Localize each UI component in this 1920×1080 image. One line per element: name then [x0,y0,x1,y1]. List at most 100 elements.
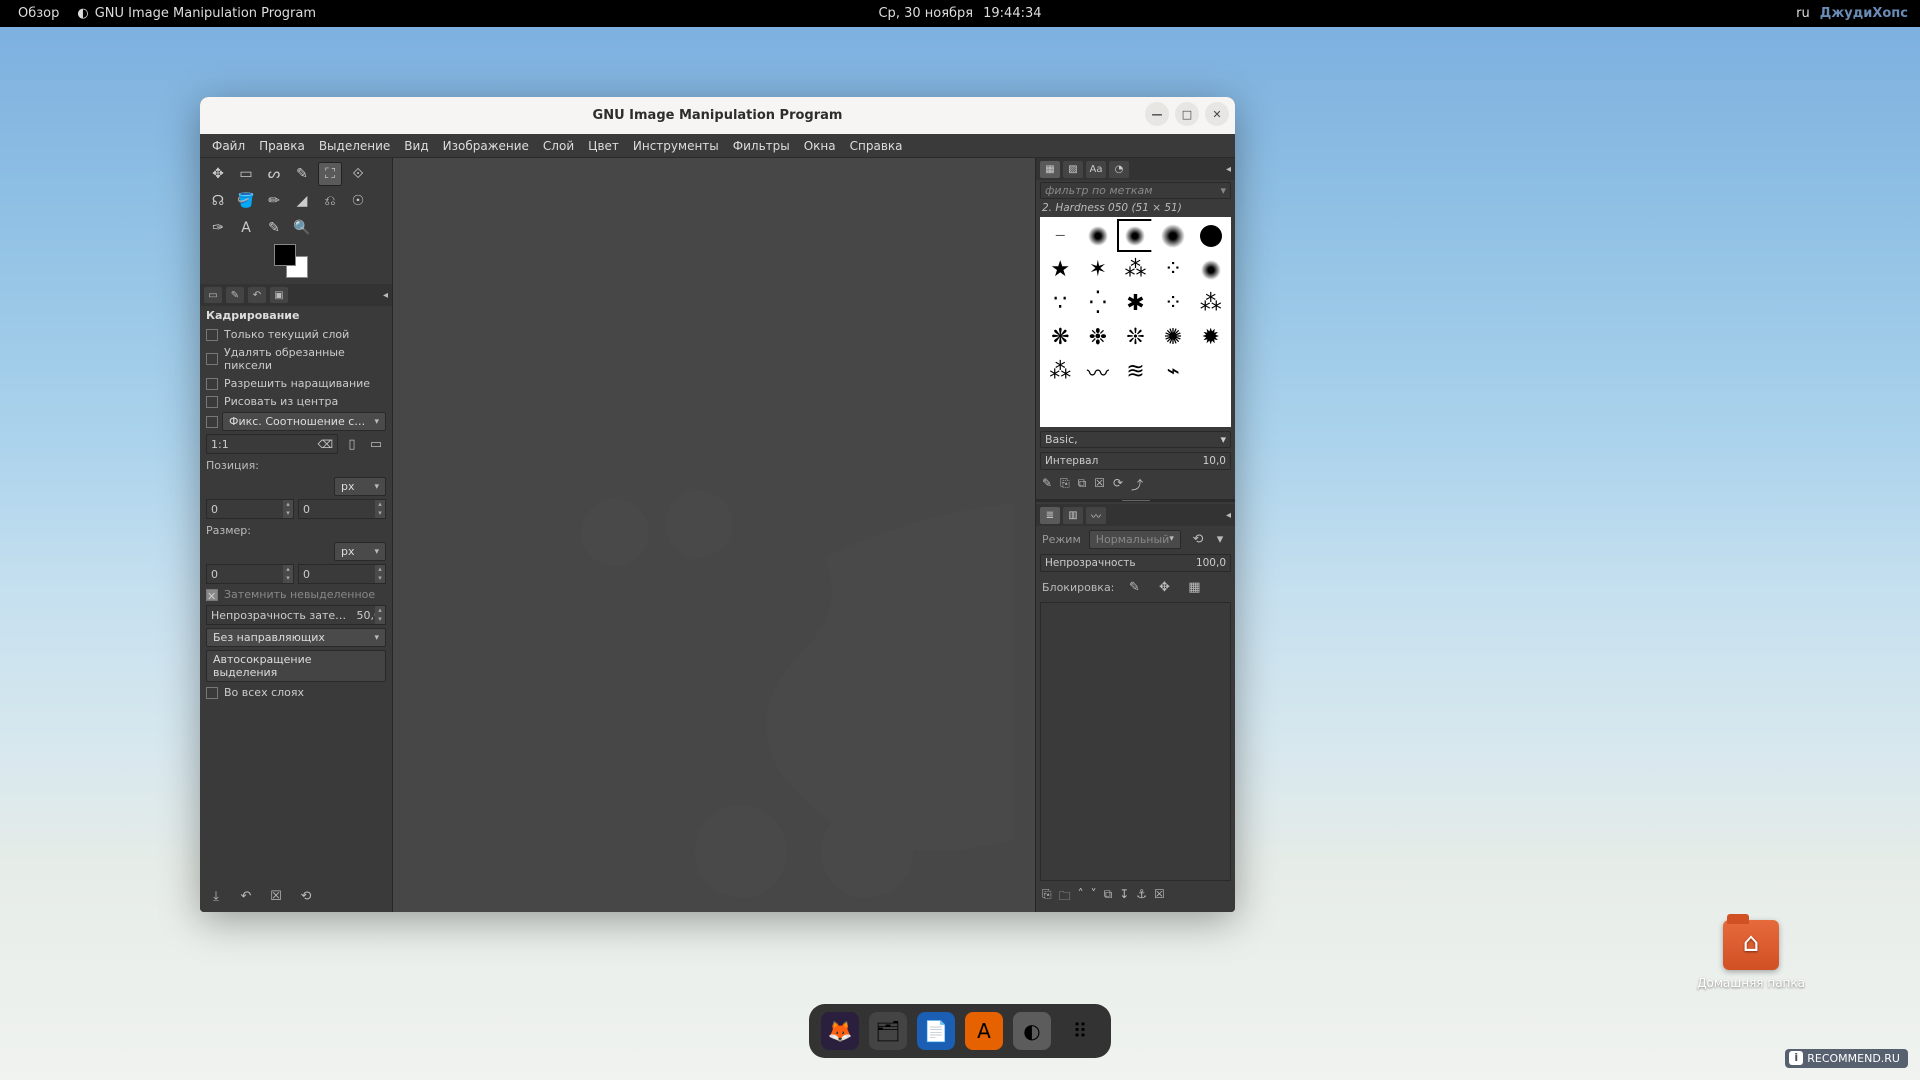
tool-move[interactable]: ✥ [206,162,230,186]
opt-pos-y[interactable]: 0▴▾ [298,499,386,519]
brush-item[interactable] [1151,217,1195,255]
menu-edit[interactable]: Правка [253,137,311,155]
tab-images[interactable]: ▣ [270,287,288,303]
brush-item[interactable]: ✱ [1117,287,1154,320]
lock-position-icon[interactable]: ✥ [1154,577,1174,597]
layer-mode-dropdown[interactable]: Нормальный▾ [1089,530,1181,549]
window-titlebar[interactable]: GNU Image Manipulation Program — □ ✕ [200,97,1235,134]
tab-layers[interactable]: ≣ [1040,507,1060,524]
brush-open-icon[interactable]: ⤴ [1131,476,1143,493]
brush-item[interactable]: ⁂ [1117,253,1154,286]
layer-delete-icon[interactable]: ☒ [1154,887,1165,908]
menu-help[interactable]: Справка [844,137,909,155]
brush-preset-dropdown[interactable]: Basic,▾ [1040,431,1231,448]
brush-delete-icon[interactable]: ☒ [1094,476,1105,493]
tab-brushes[interactable]: ▦ [1040,161,1060,178]
tab-fonts[interactable]: Aa [1086,161,1106,178]
window-close-button[interactable]: ✕ [1205,102,1229,126]
tabs-menu-icon[interactable]: ◂ [383,290,388,301]
brush-item[interactable]: ✶ [1080,253,1117,286]
brush-item[interactable]: ⁘ [1155,287,1192,320]
brush-new-icon[interactable]: ⎘ [1060,476,1070,493]
reset-preset-icon[interactable]: ⟲ [296,886,316,906]
brushes-tabs-menu-icon[interactable]: ◂ [1226,164,1231,175]
fg-bg-colors[interactable] [274,244,386,284]
keyboard-layout-indicator[interactable]: ru [1796,6,1810,21]
opt-only-current-layer[interactable]: Только текущий слой [206,327,386,342]
menu-filters[interactable]: Фильтры [727,137,796,155]
opt-size-w[interactable]: 0▴▾ [206,564,294,584]
brush-item[interactable]: ❊ [1117,321,1154,354]
save-preset-icon[interactable]: ⤓ [206,886,226,906]
dock-apps-grid[interactable]: ⠿ [1061,1012,1099,1050]
opt-delete-cropped[interactable]: Удалять обрезанные пиксели [206,345,386,373]
image-canvas[interactable] [393,158,1035,912]
tool-transform[interactable]: ⟐ [346,162,370,186]
tool-crop[interactable]: ⛶ [318,162,342,186]
tab-undo-history[interactable]: ↶ [248,287,266,303]
brush-item-selected[interactable] [1117,219,1154,252]
tool-color-picker[interactable]: ✎ [262,216,286,240]
brush-filter-field[interactable]: фильтр по меткам▾ [1040,182,1231,199]
tab-tool-options[interactable]: ▭ [204,287,222,303]
brush-item[interactable]: ≋ [1117,355,1154,388]
tool-text[interactable]: A [234,216,258,240]
tab-device-status[interactable]: ✎ [226,287,244,303]
dock-document[interactable]: 📄 [917,1012,955,1050]
menu-view[interactable]: Вид [398,137,434,155]
tab-patterns[interactable]: ▨ [1063,161,1083,178]
overview-button[interactable]: Обзор [0,6,77,21]
tool-paths[interactable]: ✑ [206,216,230,240]
tool-free-select[interactable]: ᔕ [262,162,286,186]
tab-channels[interactable]: ▥ [1063,507,1083,524]
tab-history[interactable]: ◔ [1109,161,1129,178]
tool-rect-select[interactable]: ▭ [234,162,258,186]
layer-merge-icon[interactable]: ↧ [1119,887,1129,908]
brush-interval-slider[interactable]: Интервал10,0 [1040,452,1231,470]
tool-bucket[interactable]: 🪣 [234,189,258,213]
brush-item[interactable]: ⌁ [1155,355,1192,388]
layer-duplicate-icon[interactable]: ⧉ [1104,887,1113,908]
desktop-home-folder[interactable]: Домашняя папка [1697,920,1805,990]
tool-warp[interactable]: ☊ [206,189,230,213]
opt-darken-unselected[interactable]: ✕Затемнить невыделенное [206,587,386,602]
tool-smudge[interactable]: ☉ [346,189,370,213]
brush-edit-icon[interactable]: ✎ [1042,476,1052,493]
brush-item[interactable]: 〰 [1080,355,1117,388]
brush-item[interactable]: ∵ [1042,287,1079,320]
tool-zoom[interactable]: 🔍 [290,216,314,240]
opt-fixed-dropdown[interactable]: Фикс. Соотношение с…▾ [222,412,386,431]
opt-pos-x[interactable]: 0▴▾ [206,499,294,519]
topbar-clock[interactable]: Ср, 30 ноября 19:44:34 [878,6,1041,21]
menu-layer[interactable]: Слой [537,137,580,155]
layer-down-icon[interactable]: ˅ [1091,887,1097,908]
layers-list[interactable] [1040,602,1231,881]
lock-pixels-icon[interactable]: ✎ [1124,577,1144,597]
layer-new-icon[interactable]: ⎘ [1042,887,1052,908]
dock-firefox[interactable]: 🦊 [821,1012,859,1050]
brush-item[interactable] [1192,219,1229,252]
brush-item[interactable]: ★ [1042,253,1079,286]
dock-software[interactable]: A [965,1012,1003,1050]
layer-mode-group-icon[interactable]: ▾ [1211,529,1229,549]
delete-preset-icon[interactable]: ☒ [266,886,286,906]
brush-item[interactable]: ⁂ [1192,287,1229,320]
opt-size-h[interactable]: 0▴▾ [298,564,386,584]
lock-alpha-icon[interactable]: ▦ [1184,577,1204,597]
opt-darken-opacity[interactable]: Непрозрачность зате…50,0▴▾ [206,605,386,625]
brush-item[interactable] [1192,355,1229,388]
opt-guides-dropdown[interactable]: Без направляющих▾ [206,628,386,647]
brush-item[interactable]: ❋ [1042,321,1079,354]
brush-refresh-icon[interactable]: ⟳ [1113,476,1123,493]
foreground-color[interactable] [274,244,296,266]
brush-item[interactable] [1080,219,1117,252]
brush-duplicate-icon[interactable]: ⧉ [1078,476,1087,493]
dock-separator[interactable] [1036,499,1235,502]
window-maximize-button[interactable]: □ [1175,102,1199,126]
dock-gimp[interactable]: ◐ [1013,1012,1051,1050]
layer-mode-reset-icon[interactable]: ⟲ [1189,529,1207,549]
brush-item[interactable]: ❉ [1080,321,1117,354]
brush-item[interactable]: ⁂ [1042,355,1079,388]
tool-fuzzy-select[interactable]: ✎ [290,162,314,186]
layer-anchor-icon[interactable]: ⚓ [1136,887,1147,908]
